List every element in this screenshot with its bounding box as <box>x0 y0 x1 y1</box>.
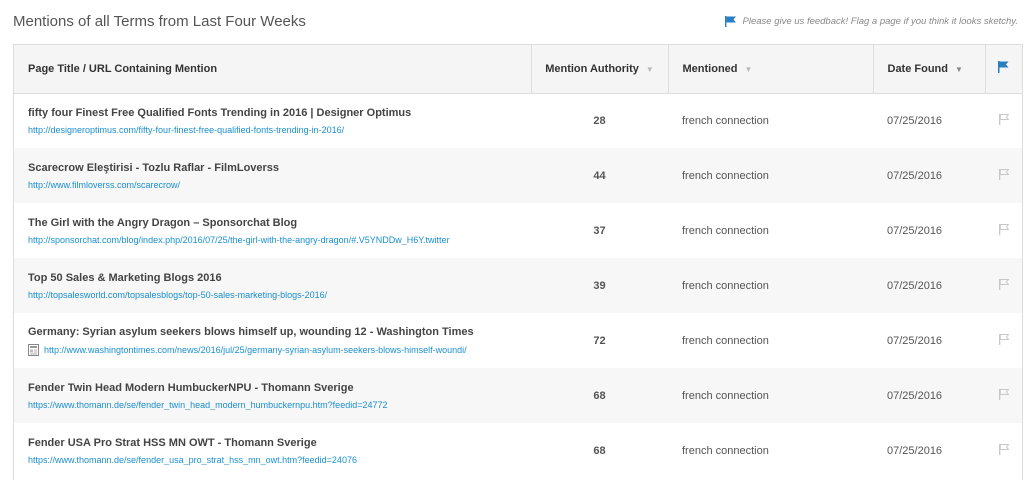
feedback-notice: Please give us feedback! Flag a page if … <box>724 16 1018 27</box>
table-row: The Girl with the Angry Dragon – Sponsor… <box>14 203 1022 258</box>
authority-cell: 39 <box>593 279 606 292</box>
mentioned-cell: french connection <box>682 444 769 457</box>
page-cell: Germany: Syrian asylum seekers blows him… <box>14 313 531 368</box>
table-header-row: Page Title / URL Containing Mention Ment… <box>14 45 1022 94</box>
date-cell: 07/25/2016 <box>887 224 943 237</box>
page-url-link[interactable]: http://designeroptimus.com/fifty-four-fi… <box>28 125 344 135</box>
table-row: Germany: Syrian asylum seekers blows him… <box>14 313 1022 368</box>
page-title: Mentions of all Terms from Last Four Wee… <box>13 13 306 30</box>
page-title-link[interactable]: Fender Twin Head Modern HumbuckerNPU - T… <box>28 382 531 394</box>
flag-page-icon[interactable] <box>998 333 1009 345</box>
date-cell: 07/25/2016 <box>887 444 943 457</box>
page-url-link[interactable]: http://topsalesworld.com/topsalesblogs/t… <box>28 290 327 300</box>
authority-cell: 68 <box>593 444 606 457</box>
page-cell: The Girl with the Angry Dragon – Sponsor… <box>14 203 531 258</box>
flag-page-icon[interactable] <box>998 443 1009 455</box>
authority-cell: 44 <box>593 169 606 182</box>
page-title-link[interactable]: The Girl with the Angry Dragon – Sponsor… <box>28 217 531 229</box>
flag-cell <box>985 93 1022 148</box>
authority-cell: 72 <box>593 334 606 347</box>
date-cell: 07/25/2016 <box>887 334 943 347</box>
flag-cell <box>985 423 1022 478</box>
mentioned-cell: french connection <box>682 224 769 237</box>
news-icon <box>28 343 39 356</box>
mentions-table: Page Title / URL Containing Mention Ment… <box>13 44 1023 480</box>
sort-arrow-icon[interactable]: ▼ <box>646 65 654 74</box>
column-header-authority[interactable]: Mention Authority ▼ <box>531 45 669 94</box>
flag-page-icon[interactable] <box>998 113 1009 125</box>
table-row: fifty four Finest Free Qualified Fonts T… <box>14 93 1022 148</box>
table-row: Fender Twin Head Modern HumbuckerNPU - T… <box>14 368 1022 423</box>
column-header-mentioned[interactable]: Mentioned ▼ <box>668 45 874 94</box>
table-row: Fender USA Pro Strat HSS MN OWT - Thoman… <box>14 423 1022 478</box>
page-cell: fifty four Finest Free Qualified Fonts T… <box>14 93 531 148</box>
flag-page-icon[interactable] <box>998 223 1009 235</box>
flag-cell <box>985 258 1022 313</box>
authority-cell: 37 <box>593 224 606 237</box>
page-cell: Fender Twin Head Modern HumbuckerNPU - T… <box>14 368 531 423</box>
flag-cell <box>985 203 1022 258</box>
mentioned-cell: french connection <box>682 389 769 402</box>
feedback-text: Please give us feedback! Flag a page if … <box>742 16 1018 27</box>
page-title-link[interactable]: Scarecrow Eleştirisi - Tozlu Raflar - Fi… <box>28 162 531 174</box>
page-url-link[interactable]: https://www.thomann.de/se/fender_twin_he… <box>28 400 388 410</box>
flag-cell <box>985 313 1022 368</box>
date-cell: 07/25/2016 <box>887 114 943 127</box>
mentioned-cell: french connection <box>682 169 769 182</box>
table-row: Top 50 Sales & Marketing Blogs 2016 http… <box>14 258 1022 313</box>
page-url-link[interactable]: http://www.filmloverss.com/scarecrow/ <box>28 180 180 190</box>
flag-icon <box>998 61 1009 74</box>
page-cell: Fender USA Pro Strat HSS MN OWT - Thoman… <box>14 423 531 478</box>
page-title-link[interactable]: Top 50 Sales & Marketing Blogs 2016 <box>28 272 531 284</box>
date-cell: 07/25/2016 <box>887 279 943 292</box>
column-header-flag <box>985 45 1022 94</box>
flag-page-icon[interactable] <box>998 168 1009 180</box>
page-title-link[interactable]: Fender USA Pro Strat HSS MN OWT - Thoman… <box>28 437 531 449</box>
mentioned-cell: french connection <box>682 334 769 347</box>
page-url-link[interactable]: http://www.washingtontimes.com/news/2016… <box>44 345 467 355</box>
page-cell: Top 50 Sales & Marketing Blogs 2016 http… <box>14 258 531 313</box>
mentioned-cell: french connection <box>682 279 769 292</box>
page-cell: Scarecrow Eleştirisi - Tozlu Raflar - Fi… <box>14 148 531 203</box>
authority-cell: 28 <box>593 114 606 127</box>
sort-arrow-icon[interactable]: ▼ <box>745 65 753 74</box>
table-row: Scarecrow Eleştirisi - Tozlu Raflar - Fi… <box>14 148 1022 203</box>
page-url-link[interactable]: https://www.thomann.de/se/fender_usa_pro… <box>28 455 357 465</box>
column-header-date[interactable]: Date Found ▼ <box>873 45 986 94</box>
flag-cell <box>985 368 1022 423</box>
page-title-link[interactable]: Germany: Syrian asylum seekers blows him… <box>28 326 531 338</box>
authority-cell: 68 <box>593 389 606 402</box>
flag-icon <box>724 16 736 27</box>
flag-cell <box>985 148 1022 203</box>
sort-arrow-icon[interactable]: ▼ <box>955 65 963 74</box>
page-title-link[interactable]: fifty four Finest Free Qualified Fonts T… <box>28 107 531 119</box>
date-cell: 07/25/2016 <box>887 389 943 402</box>
column-header-page: Page Title / URL Containing Mention <box>14 45 532 94</box>
flag-page-icon[interactable] <box>998 388 1009 400</box>
flag-page-icon[interactable] <box>998 278 1009 290</box>
mentioned-cell: french connection <box>682 114 769 127</box>
page-url-link[interactable]: http://sponsorchat.com/blog/index.php/20… <box>28 235 450 245</box>
date-cell: 07/25/2016 <box>887 169 943 182</box>
